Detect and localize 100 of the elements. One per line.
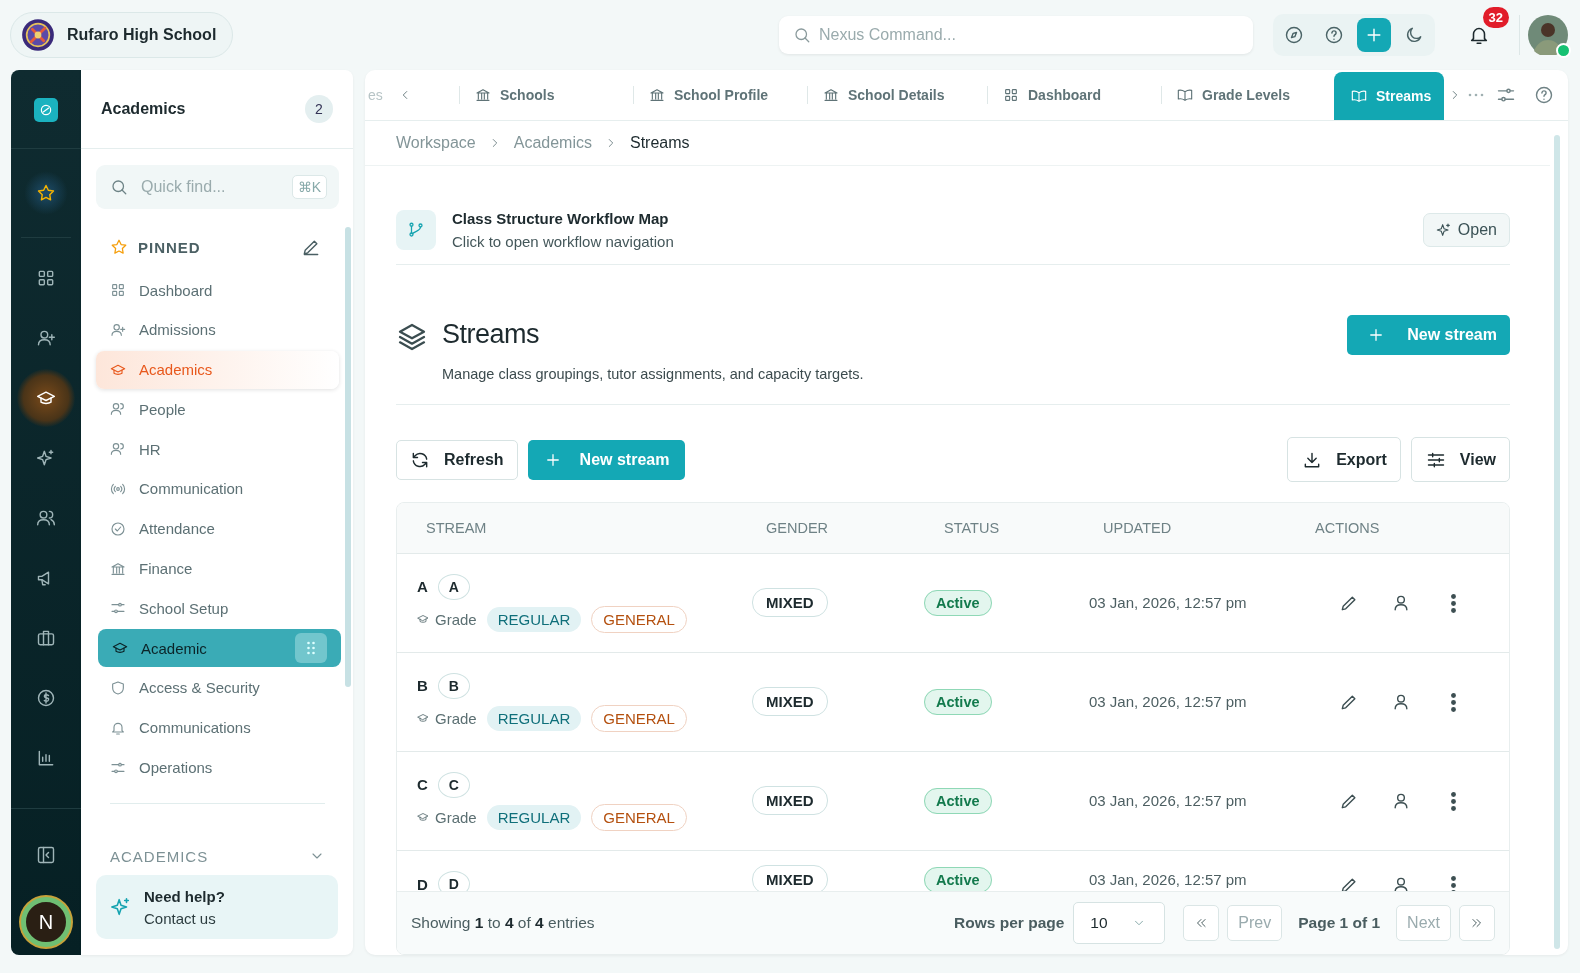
sparkle-icon — [1435, 222, 1452, 238]
status-pill: Active — [924, 590, 992, 616]
people-icon — [36, 508, 56, 528]
grid-icon — [1003, 87, 1019, 103]
dollar-icon — [36, 688, 56, 708]
status-pill: Active — [924, 689, 992, 715]
add-button[interactable] — [1357, 18, 1391, 52]
bank-icon — [823, 87, 839, 103]
sidebar-item[interactable]: People — [96, 390, 339, 429]
sidebar-item[interactable]: Dashboard — [96, 271, 339, 309]
command-search-field[interactable]: Nexus Command... — [779, 16, 1253, 54]
shortcut-hint: ⌘K — [291, 175, 327, 199]
user-plus-icon — [110, 321, 126, 338]
breadcrumb-link[interactable]: Academics — [513, 134, 592, 152]
breadcrumb-link[interactable]: Workspace — [396, 134, 476, 152]
sidebar-item[interactable]: Operations — [96, 748, 339, 787]
book-icon — [1351, 88, 1367, 104]
school-name: Rufaro High School — [67, 26, 217, 44]
breadcrumb-link[interactable]: Streams — [630, 134, 690, 152]
new-stream-button[interactable]: New stream — [527, 439, 686, 480]
double-chevron-right-icon — [1470, 916, 1484, 930]
gender-pill: MIXED — [752, 588, 828, 617]
branch-icon — [396, 210, 436, 250]
user-avatar[interactable] — [1528, 15, 1568, 55]
contact-link[interactable]: Contact us — [144, 909, 225, 927]
search-icon — [110, 178, 128, 196]
column-header: GENDER — [765, 520, 830, 536]
moon-icon — [1404, 25, 1424, 45]
refresh-button[interactable]: Refresh — [396, 439, 518, 480]
new-stream-button[interactable]: New stream — [1347, 315, 1510, 355]
grid-icon — [36, 268, 56, 288]
bank-icon — [475, 87, 491, 103]
table-cell: 03 Jan, 2026, 12:57 pm — [1089, 792, 1247, 809]
settings-icon[interactable] — [1496, 85, 1516, 105]
open-button[interactable]: Open — [1422, 213, 1510, 247]
sidebar-item[interactable]: Communication — [96, 470, 339, 508]
column-header: UPDATED — [1102, 520, 1173, 536]
help-icon — [1324, 25, 1344, 45]
school-switcher[interactable]: Rufaro High School — [10, 12, 234, 58]
user-initial-avatar[interactable]: N — [21, 897, 71, 947]
stream-name: C — [417, 776, 428, 793]
bank-icon — [649, 87, 665, 103]
shield-icon — [110, 679, 126, 696]
table-cell: 03 Jan, 2026, 12:57 pm — [1089, 871, 1247, 888]
graduation-cap-icon — [417, 712, 429, 724]
briefcase-icon — [36, 628, 56, 648]
tag: REGULAR — [486, 804, 582, 830]
page-subtitle: Manage class groupings, tutor assignments, and capacity targets. — [442, 366, 864, 382]
pencil-icon — [1339, 791, 1359, 811]
sparkles-icon — [110, 896, 132, 918]
graduation-cap-icon — [417, 811, 429, 823]
tag: REGULAR — [486, 705, 582, 731]
sidebar-item[interactable]: Attendance — [96, 509, 339, 548]
sidebar-item[interactable]: Communications — [96, 708, 339, 747]
graduation-cap-icon — [417, 613, 429, 625]
scrollbar[interactable] — [345, 227, 351, 687]
drag-handle-icon[interactable] — [295, 633, 327, 664]
sidebar-item[interactable]: Finance — [96, 549, 339, 588]
kebab-icon — [1451, 692, 1456, 712]
compass-icon — [1284, 25, 1304, 45]
pencil-icon — [1339, 692, 1359, 712]
rows-per-page-select[interactable]: 10 — [1073, 902, 1166, 944]
page-title: Streams — [442, 319, 541, 350]
kebab-icon — [1451, 875, 1456, 891]
section-heading[interactable]: ACADEMICS — [110, 847, 209, 865]
grade-label: Grade — [435, 610, 477, 628]
sidebar-item[interactable]: Academic — [98, 629, 341, 668]
people-icon — [110, 401, 126, 418]
tag: REGULAR — [486, 606, 582, 632]
sidebar-item[interactable]: Admissions — [96, 310, 339, 349]
star-icon — [110, 238, 128, 256]
notification-count: 32 — [1482, 7, 1509, 28]
table-cell: 03 Jan, 2026, 12:57 pm — [1089, 693, 1247, 710]
section-heading: PINNED — [138, 238, 201, 256]
sidebar-item[interactable]: HR — [96, 430, 339, 469]
book-icon — [1177, 87, 1193, 103]
export-button[interactable]: Export — [1287, 437, 1401, 482]
check-circle-icon — [110, 520, 126, 537]
double-chevron-left-icon — [1194, 916, 1209, 930]
pencil-icon — [1339, 593, 1359, 613]
item-count: 2 — [305, 95, 333, 123]
stream-name: A — [417, 578, 428, 595]
gender-pill: MIXED — [752, 687, 828, 716]
sidebar-item[interactable]: Academics — [96, 350, 339, 389]
pencil-icon — [1339, 875, 1359, 891]
tab[interactable]: Streams — [1334, 72, 1444, 120]
kebab-icon — [1451, 791, 1456, 811]
layers-icon — [396, 321, 428, 353]
grade-label: Grade — [435, 808, 477, 826]
page-indicator: Page 1 of 1 — [1298, 914, 1381, 932]
help-icon[interactable] — [1534, 85, 1554, 105]
status-pill: Active — [924, 867, 992, 891]
sidebar-title: Academics — [101, 100, 186, 118]
sidebar-item[interactable]: School Setup — [96, 589, 339, 628]
scrollbar[interactable] — [1554, 135, 1560, 949]
broadcast-icon — [110, 481, 126, 497]
sidebar-item[interactable]: Access & Security — [96, 668, 339, 707]
kebab-icon — [1451, 593, 1456, 613]
stream-name: D — [417, 875, 428, 891]
view-button[interactable]: View — [1410, 437, 1510, 482]
